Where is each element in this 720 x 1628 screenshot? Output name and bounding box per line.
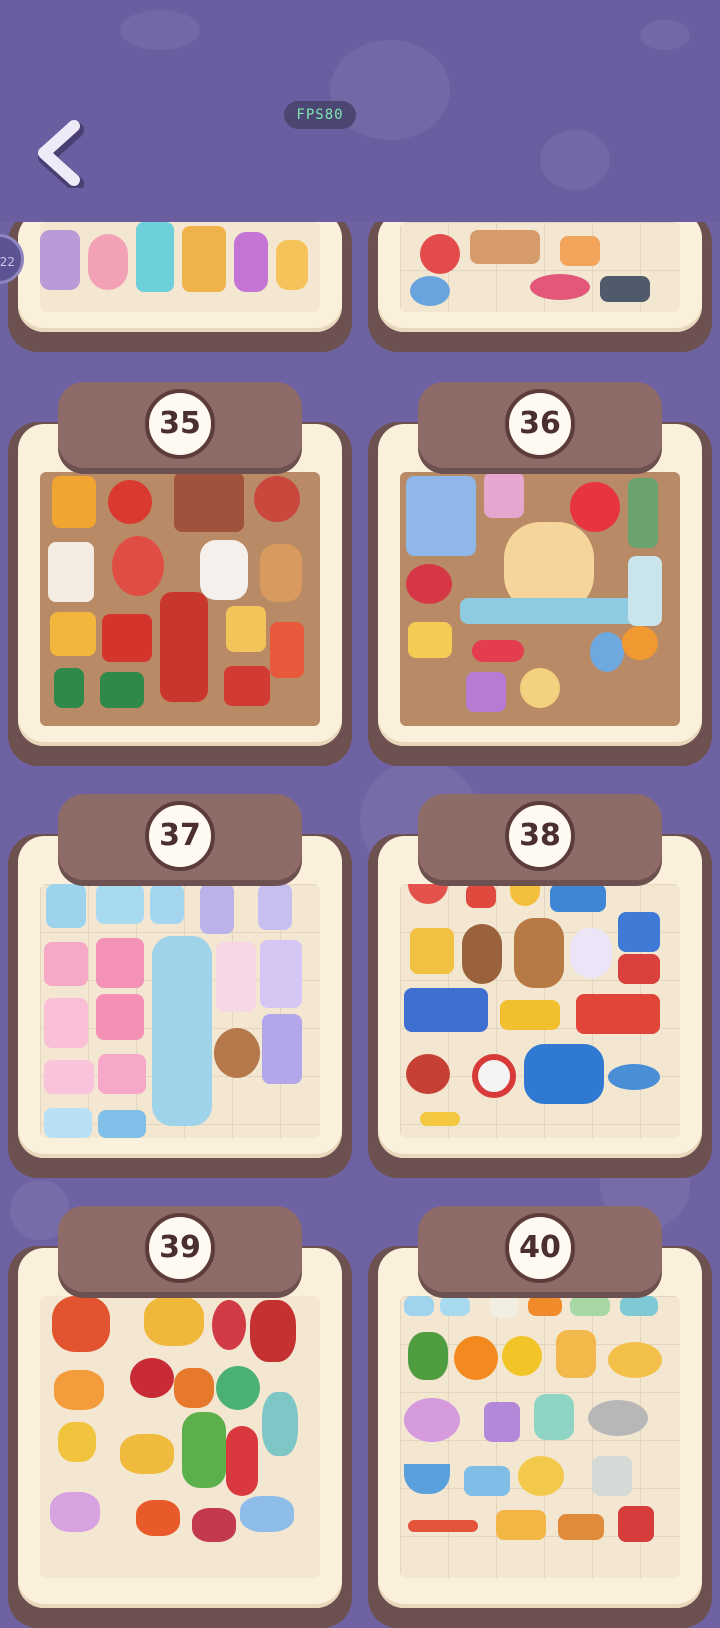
fps-counter: FPS80 bbox=[284, 101, 356, 129]
level-number-35: 35 bbox=[145, 389, 215, 459]
back-button[interactable] bbox=[30, 118, 90, 192]
level-artwork-kitchen bbox=[400, 1296, 680, 1578]
level-number-38: 38 bbox=[505, 801, 575, 871]
level-artwork-perfume bbox=[40, 222, 320, 312]
level-card-40[interactable]: 40 bbox=[368, 1206, 712, 1628]
level-card-39[interactable]: 39 bbox=[8, 1206, 352, 1628]
level-number-40: 40 bbox=[505, 1213, 575, 1283]
level-artwork-clothing bbox=[40, 884, 320, 1138]
level-artwork-science bbox=[400, 222, 680, 312]
level-card-35[interactable]: 35 bbox=[8, 382, 352, 766]
level-card-partial-perfume[interactable] bbox=[8, 212, 352, 352]
level-artwork-nature bbox=[40, 1296, 320, 1578]
level-artwork-christmas bbox=[40, 472, 320, 726]
level-card-38[interactable]: 38 bbox=[368, 794, 712, 1178]
top-bar: FPS80 bbox=[0, 0, 720, 222]
level-card-37[interactable]: 37 bbox=[8, 794, 352, 1178]
level-card-partial-science[interactable] bbox=[368, 212, 712, 352]
level-number-36: 36 bbox=[505, 389, 575, 459]
level-artwork-toys bbox=[400, 884, 680, 1138]
level-number-39: 39 bbox=[145, 1213, 215, 1283]
level-card-36[interactable]: 36 bbox=[368, 382, 712, 766]
level-artwork-valentine bbox=[400, 472, 680, 726]
level-number-37: 37 bbox=[145, 801, 215, 871]
chevron-left-icon bbox=[38, 120, 84, 192]
